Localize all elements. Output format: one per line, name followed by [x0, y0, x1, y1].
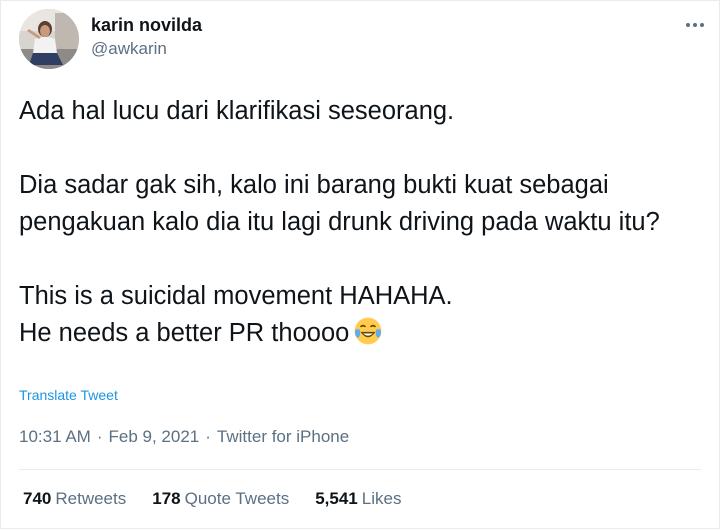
separator-dot: · — [96, 427, 103, 446]
tweet-card: karin novilda @awkarin Ada hal lucu dari… — [0, 0, 720, 529]
tweet-metadata: 10:31 AM · Feb 9, 2021 · Twitter for iPhone — [19, 427, 349, 447]
author-name[interactable]: karin novilda — [91, 15, 202, 36]
divider — [19, 469, 701, 470]
quote-tweets-label: Quote Tweets — [184, 489, 290, 508]
quote-tweets-stat[interactable]: 178 Quote Tweets — [152, 489, 289, 509]
tweet-date[interactable]: Feb 9, 2021 — [109, 427, 200, 446]
avatar-photo — [19, 9, 79, 69]
tweet-time[interactable]: 10:31 AM — [19, 427, 91, 446]
tweet-stats: 740 Retweets 178 Quote Tweets 5,541 Likes — [23, 489, 427, 509]
tweet-line: He needs a better PR thoooo — [19, 319, 350, 347]
likes-stat[interactable]: 5,541 Likes — [315, 489, 401, 509]
avatar[interactable] — [19, 9, 79, 69]
tweet-paragraph: This is a suicidal movement HAHAHA. He ne… — [19, 278, 699, 352]
author-handle[interactable]: @awkarin — [91, 39, 167, 59]
tweet-text: Ada hal lucu dari klarifikasi seseorang.… — [19, 93, 699, 352]
tweet-paragraph: Dia sadar gak sih, kalo ini barang bukti… — [19, 171, 660, 236]
tweet-line: This is a suicidal movement HAHAHA. — [19, 282, 453, 310]
more-horizontal-icon — [686, 23, 704, 27]
face-with-tears-of-joy-icon — [354, 317, 382, 345]
tweet-source[interactable]: Twitter for iPhone — [217, 427, 349, 446]
retweets-count: 740 — [23, 489, 52, 508]
separator-dot: · — [205, 427, 211, 446]
retweets-stat[interactable]: 740 Retweets — [23, 489, 126, 509]
more-options-button[interactable] — [681, 11, 709, 39]
retweets-label: Retweets — [55, 489, 127, 508]
tweet-paragraph: Ada hal lucu dari klarifikasi seseorang. — [19, 97, 455, 125]
likes-label: Likes — [361, 489, 402, 508]
quote-tweets-count: 178 — [152, 489, 181, 508]
likes-count: 5,541 — [315, 489, 358, 508]
translate-tweet-link[interactable]: Translate Tweet — [19, 387, 118, 403]
